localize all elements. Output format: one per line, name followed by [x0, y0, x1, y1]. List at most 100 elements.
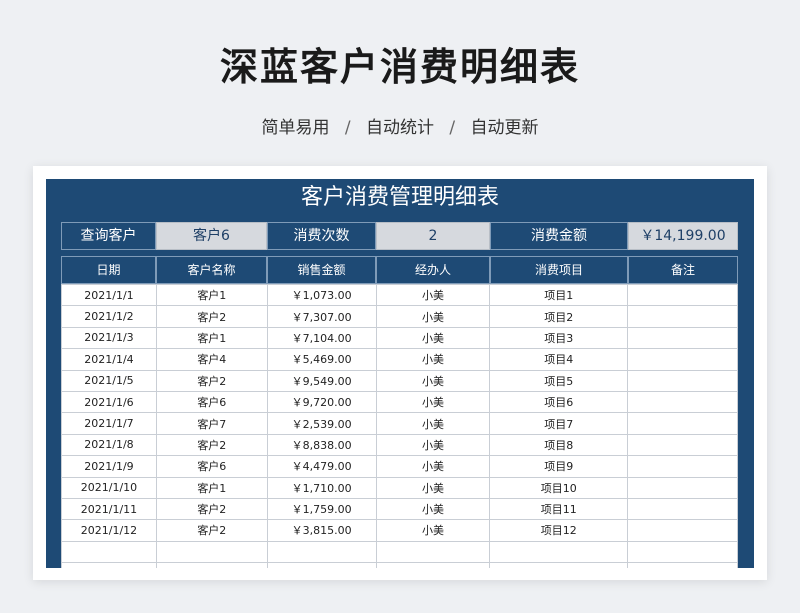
amount-cell[interactable]: ￥4,479.00 [266, 455, 377, 478]
item-cell[interactable]: 项目8 [489, 433, 629, 457]
customer-cell[interactable]: 客户2 [155, 369, 268, 392]
date-cell[interactable]: 2021/1/7 [61, 412, 157, 435]
date-cell[interactable] [61, 540, 157, 564]
note-cell[interactable] [627, 348, 738, 371]
customer-cell[interactable]: 客户1 [155, 326, 268, 350]
amount-cell[interactable]: ￥3,815.00 [266, 519, 377, 542]
handler-cell[interactable]: 小美 [375, 412, 491, 435]
item-cell[interactable]: 项目4 [489, 348, 629, 371]
handler-cell[interactable]: 小美 [375, 283, 491, 307]
date-cell[interactable]: 2021/1/6 [61, 390, 157, 414]
handler-cell[interactable]: 小美 [375, 326, 491, 350]
item-cell[interactable]: 项目12 [489, 519, 629, 542]
customer-cell[interactable]: 客户2 [155, 433, 268, 457]
item-cell[interactable]: 项目7 [489, 412, 629, 435]
handler-cell[interactable] [375, 540, 491, 564]
column-header-handler: 经办人 [376, 256, 490, 284]
date-cell[interactable]: 2021/1/8 [61, 433, 157, 457]
customer-cell[interactable]: 客户2 [155, 497, 268, 521]
date-cell[interactable]: 2021/1/2 [61, 305, 157, 328]
spreadsheet: 客户消费管理明细表 查询客户 客户6 消费次数 2 消费金额 ￥14,199.0… [46, 179, 754, 568]
table-row: 2021/1/3 客户1 ￥7,104.00 小美 项目3 [61, 326, 738, 350]
note-cell[interactable] [627, 540, 738, 564]
note-cell[interactable] [627, 390, 738, 414]
customer-cell[interactable]: 客户4 [155, 348, 268, 371]
date-cell[interactable]: 2021/1/3 [61, 326, 157, 350]
handler-cell[interactable]: 小美 [375, 497, 491, 521]
handler-cell[interactable]: 小美 [375, 455, 491, 478]
amount-cell[interactable]: ￥7,307.00 [266, 305, 377, 328]
item-cell[interactable] [489, 562, 629, 568]
note-cell[interactable] [627, 519, 738, 542]
handler-cell[interactable]: 小美 [375, 433, 491, 457]
query-customer-label: 查询客户 [61, 222, 156, 250]
note-cell[interactable] [627, 562, 738, 568]
consume-count-value: 2 [376, 222, 490, 250]
amount-cell[interactable]: ￥9,549.00 [266, 369, 377, 392]
column-header-item: 消费项目 [490, 256, 628, 284]
date-cell[interactable]: 2021/1/11 [61, 497, 157, 521]
customer-cell[interactable]: 客户7 [155, 412, 268, 435]
amount-cell[interactable]: ￥5,469.00 [266, 348, 377, 371]
amount-cell[interactable] [266, 540, 377, 564]
handler-cell[interactable]: 小美 [375, 348, 491, 371]
handler-cell[interactable]: 小美 [375, 390, 491, 414]
feature-separator: / [449, 118, 456, 138]
customer-cell[interactable]: 客户2 [155, 305, 268, 328]
column-header-date: 日期 [61, 256, 156, 284]
date-cell[interactable]: 2021/1/5 [61, 369, 157, 392]
amount-cell[interactable]: ￥1,073.00 [266, 283, 377, 307]
customer-cell[interactable]: 客户1 [155, 476, 268, 499]
handler-cell[interactable]: 小美 [375, 519, 491, 542]
note-cell[interactable] [627, 497, 738, 521]
item-cell[interactable]: 项目2 [489, 305, 629, 328]
consume-count-label: 消费次数 [267, 222, 376, 250]
customer-cell[interactable] [155, 562, 268, 568]
customer-cell[interactable]: 客户1 [155, 283, 268, 307]
query-customer-input[interactable]: 客户6 [156, 222, 267, 250]
customer-cell[interactable]: 客户6 [155, 455, 268, 478]
note-cell[interactable] [627, 369, 738, 392]
date-cell[interactable]: 2021/1/4 [61, 348, 157, 371]
amount-cell[interactable]: ￥9,720.00 [266, 390, 377, 414]
customer-cell[interactable]: 客户6 [155, 390, 268, 414]
handler-cell[interactable]: 小美 [375, 476, 491, 499]
data-body: 2021/1/1 客户1 ￥1,073.00 小美 项目1 2021/1/2 客户2 ￥7,3… [61, 283, 738, 568]
customer-cell[interactable] [155, 540, 268, 564]
item-cell[interactable]: 项目11 [489, 497, 629, 521]
item-cell[interactable]: 项目1 [489, 283, 629, 307]
note-cell[interactable] [627, 283, 738, 307]
handler-cell[interactable] [375, 562, 491, 568]
handler-cell[interactable]: 小美 [375, 305, 491, 328]
amount-cell[interactable]: ￥1,710.00 [266, 476, 377, 499]
item-cell[interactable]: 项目9 [489, 455, 629, 478]
item-cell[interactable] [489, 540, 629, 564]
note-cell[interactable] [627, 433, 738, 457]
item-cell[interactable]: 项目6 [489, 390, 629, 414]
feature-item: 自动统计 [366, 118, 434, 138]
note-cell[interactable] [627, 326, 738, 350]
note-cell[interactable] [627, 412, 738, 435]
amount-cell[interactable]: ￥1,759.00 [266, 497, 377, 521]
item-cell[interactable]: 项目3 [489, 326, 629, 350]
amount-cell[interactable]: ￥2,539.00 [266, 412, 377, 435]
item-cell[interactable]: 项目10 [489, 476, 629, 499]
date-cell[interactable]: 2021/1/10 [61, 476, 157, 499]
feature-item: 简单易用 [261, 118, 330, 138]
amount-cell[interactable]: ￥8,838.00 [266, 433, 377, 457]
amount-cell[interactable]: ￥7,104.00 [266, 326, 377, 350]
feature-tagline: 简单易用 / 自动统计 / 自动更新 [0, 113, 800, 138]
table-row: 2021/1/10 客户1 ￥1,710.00 小美 项目10 [61, 476, 738, 499]
table-row: 2021/1/8 客户2 ￥8,838.00 小美 项目8 [61, 433, 738, 457]
note-cell[interactable] [627, 476, 738, 499]
note-cell[interactable] [627, 455, 738, 478]
handler-cell[interactable]: 小美 [375, 369, 491, 392]
date-cell[interactable]: 2021/1/9 [61, 455, 157, 478]
date-cell[interactable]: 2021/1/12 [61, 519, 157, 542]
date-cell[interactable] [61, 562, 157, 568]
note-cell[interactable] [627, 305, 738, 328]
customer-cell[interactable]: 客户2 [155, 519, 268, 542]
item-cell[interactable]: 项目5 [489, 369, 629, 392]
amount-cell[interactable] [266, 562, 377, 568]
date-cell[interactable]: 2021/1/1 [61, 283, 157, 307]
